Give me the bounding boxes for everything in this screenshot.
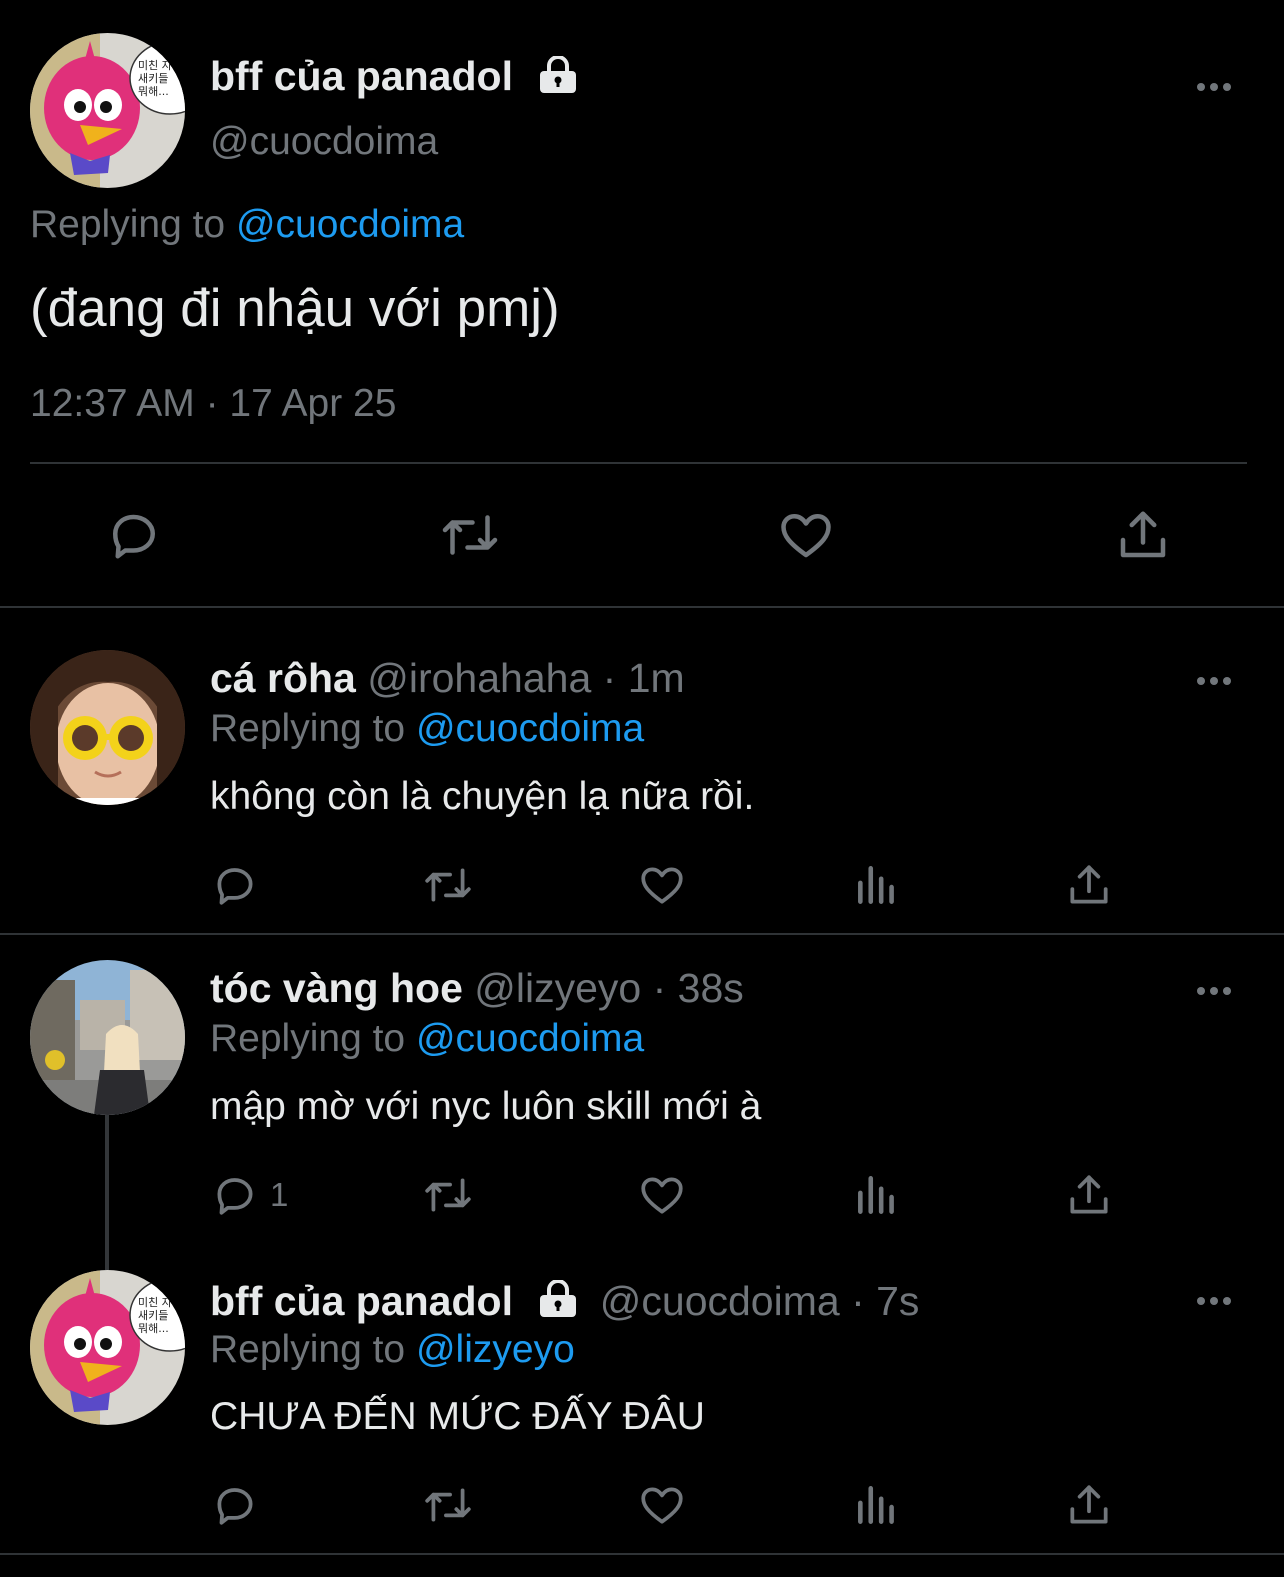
tweet-text: CHƯA ĐẾN MỨC ĐẤY ĐÂU bbox=[210, 1395, 705, 1438]
replying-prefix: Replying to bbox=[210, 707, 406, 750]
svg-text:새키들: 새키들 bbox=[138, 1309, 168, 1322]
replying-to-line: Replying to @cuocdoima bbox=[30, 203, 464, 247]
views-icon[interactable] bbox=[852, 1170, 902, 1220]
replying-to-link[interactable]: @lizyeyo bbox=[416, 1328, 575, 1371]
replying-to-line: Replying to @lizyeyo bbox=[210, 1328, 575, 1372]
avatar[interactable] bbox=[30, 960, 185, 1115]
tweet-timestamp[interactable]: 12:37 AM · 17 Apr 25 bbox=[30, 382, 396, 426]
author-name[interactable]: bff của panadol bbox=[210, 54, 578, 102]
replying-to-line: Replying to @cuocdoima bbox=[210, 707, 644, 751]
author-handle[interactable]: @cuocdoima bbox=[210, 120, 438, 164]
reply-header: tóc vàng hoe @lizyeyo · 38s bbox=[210, 965, 744, 1012]
like-icon[interactable] bbox=[637, 1170, 687, 1220]
avatar[interactable]: 미친 자 새키들 뭐해... bbox=[30, 1270, 185, 1425]
replying-prefix: Replying to bbox=[210, 1328, 406, 1371]
author-name[interactable]: cá rôha bbox=[210, 655, 356, 701]
svg-text:뭐해...: 뭐해... bbox=[138, 1321, 169, 1335]
reply-count: 1 bbox=[270, 1176, 289, 1213]
like-icon[interactable] bbox=[637, 860, 687, 910]
more-icon[interactable] bbox=[1197, 76, 1241, 96]
author-name-text: bff của panadol bbox=[210, 53, 513, 99]
tweet-text: (đang đi nhậu với pmj) bbox=[30, 279, 560, 338]
share-icon[interactable] bbox=[1113, 505, 1173, 565]
reply-icon[interactable] bbox=[210, 1170, 260, 1220]
retweet-icon[interactable] bbox=[420, 860, 476, 910]
replying-to-link[interactable]: @cuocdoima bbox=[236, 203, 464, 246]
reply-icon[interactable] bbox=[104, 505, 164, 565]
share-icon[interactable] bbox=[1064, 1480, 1114, 1530]
tweet-text: mập mờ với nyc luôn skill mới à bbox=[210, 1085, 762, 1128]
lock-icon bbox=[538, 1279, 578, 1328]
tweet-time[interactable]: 1m bbox=[628, 655, 685, 701]
author-name[interactable]: bff của panadol bbox=[210, 1278, 513, 1324]
replying-prefix: Replying to bbox=[210, 1017, 406, 1060]
reply-icon[interactable] bbox=[210, 860, 260, 910]
author-handle[interactable]: @irohahaha bbox=[367, 655, 591, 701]
tweet-text: không còn là chuyện lạ nữa rồi. bbox=[210, 775, 755, 818]
more-icon[interactable] bbox=[1197, 670, 1241, 690]
separator: · bbox=[839, 1278, 877, 1324]
views-icon[interactable] bbox=[852, 1480, 902, 1530]
more-icon[interactable] bbox=[1197, 1290, 1241, 1310]
author-name[interactable]: tóc vàng hoe bbox=[210, 965, 463, 1011]
tweet-time[interactable]: 7s bbox=[876, 1278, 919, 1324]
divider bbox=[0, 933, 1284, 935]
reply-header: cá rôha @irohahaha · 1m bbox=[210, 655, 685, 702]
replying-to-link[interactable]: @cuocdoima bbox=[416, 707, 644, 750]
author-handle[interactable]: @lizyeyo bbox=[474, 965, 641, 1011]
author-handle[interactable]: @cuocdoima bbox=[600, 1278, 840, 1324]
divider bbox=[0, 606, 1284, 608]
retweet-icon[interactable] bbox=[436, 505, 504, 565]
reply-header: bff của panadol @cuocdoima · 7s bbox=[210, 1278, 919, 1328]
views-icon[interactable] bbox=[852, 860, 902, 910]
retweet-icon[interactable] bbox=[420, 1170, 476, 1220]
svg-text:뭐해...: 뭐해... bbox=[138, 84, 169, 98]
reply-icon[interactable] bbox=[210, 1480, 260, 1530]
replying-prefix: Replying to bbox=[30, 203, 226, 246]
separator: · bbox=[591, 655, 628, 701]
divider bbox=[30, 462, 1247, 464]
like-icon[interactable] bbox=[776, 505, 836, 565]
lock-icon bbox=[538, 55, 578, 102]
svg-text:새키들: 새키들 bbox=[138, 72, 168, 85]
share-icon[interactable] bbox=[1064, 860, 1114, 910]
thread-line bbox=[105, 1115, 109, 1270]
avatar[interactable] bbox=[30, 650, 185, 805]
separator: · bbox=[641, 965, 678, 1011]
like-icon[interactable] bbox=[637, 1480, 687, 1530]
tweet-time[interactable]: 38s bbox=[678, 965, 744, 1011]
svg-text:미친 자: 미친 자 bbox=[138, 1296, 172, 1309]
retweet-icon[interactable] bbox=[420, 1480, 476, 1530]
more-icon[interactable] bbox=[1197, 980, 1241, 1000]
share-icon[interactable] bbox=[1064, 1170, 1114, 1220]
replying-to-line: Replying to @cuocdoima bbox=[210, 1017, 644, 1061]
avatar[interactable]: 미친 자 새키들 뭐해... bbox=[30, 33, 185, 188]
divider bbox=[0, 1553, 1284, 1555]
svg-text:미친 자: 미친 자 bbox=[138, 59, 172, 72]
replying-to-link[interactable]: @cuocdoima bbox=[416, 1017, 644, 1060]
